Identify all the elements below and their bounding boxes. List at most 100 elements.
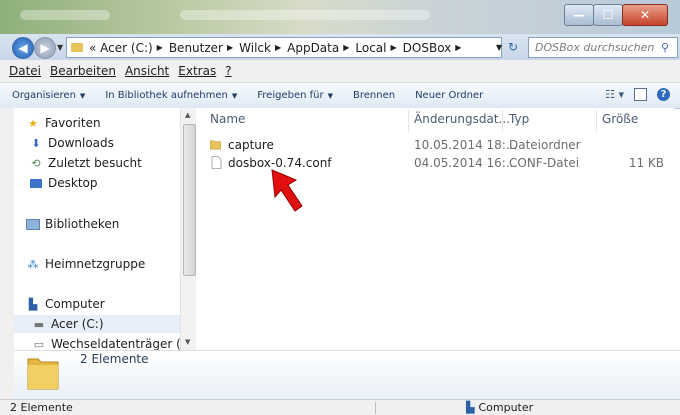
view-options-icon[interactable]: ☷ ▾	[605, 88, 624, 101]
removable-drive-icon: ▭	[33, 337, 45, 351]
burn-button[interactable]: Brennen	[353, 90, 395, 101]
nav-desktop-label: Desktop	[48, 176, 98, 190]
breadcrumb-local[interactable]: Local	[355, 41, 386, 55]
breadcrumb-separator[interactable]: ▶	[275, 43, 281, 52]
downloads-icon: ⬇	[31, 136, 41, 150]
menu-bearbeiten[interactable]: Bearbeiten	[50, 64, 116, 78]
breadcrumb-benutzer[interactable]: Benutzer	[169, 41, 223, 55]
search-placeholder: DOSBox durchsuchen	[535, 41, 655, 54]
help-icon[interactable]: ?	[657, 88, 670, 101]
preview-pane-icon[interactable]	[634, 88, 647, 101]
toolbar-right-controls: ☷ ▾ ?	[605, 88, 670, 101]
nav-computer[interactable]: ▙ Computer	[26, 295, 105, 313]
recent-pages-dropdown[interactable]: ▼	[57, 43, 63, 52]
breadcrumb-wilck[interactable]: Wilck	[239, 41, 271, 55]
breadcrumb-separator[interactable]: ▶	[157, 43, 163, 52]
breadcrumb-dosbox[interactable]: DOSBox	[403, 41, 452, 55]
share-with-label: Freigeben für	[257, 90, 324, 101]
address-history-dropdown[interactable]: ▼	[496, 43, 502, 52]
forward-button[interactable]: ▶	[34, 37, 56, 59]
nav-drive-j[interactable]: ▭ Wechseldatenträger (J:)	[32, 335, 180, 350]
maximize-button[interactable]: ☐	[593, 4, 623, 26]
breadcrumb-appdata[interactable]: AppData	[287, 41, 339, 55]
file-icon	[211, 156, 222, 169]
nav-recent-label: Zuletzt besucht	[48, 156, 142, 170]
file-date: 10.05.2014 18:...	[414, 138, 518, 152]
hard-drive-icon: ▬	[33, 317, 45, 331]
address-toolbar: ◀ ▶ ▼ « Acer (C:) ▶ Benutzer ▶ Wilck ▶ AppD…	[0, 34, 680, 60]
library-icon	[26, 218, 40, 230]
nav-drive-c[interactable]: ▬ Acer (C:)	[14, 315, 180, 333]
navigation-scrollbar[interactable]: ▲ ▼	[180, 108, 197, 350]
nav-homegroup[interactable]: ⁂ Heimnetzgruppe	[26, 255, 146, 273]
nav-drive-j-label: Wechseldatenträger (J:)	[51, 337, 180, 350]
blurred-title-region	[20, 10, 110, 20]
breadcrumb-separator[interactable]: ▶	[391, 43, 397, 52]
close-button[interactable]: ✕	[622, 4, 668, 26]
column-divider[interactable]	[502, 110, 503, 132]
search-icon[interactable]: ⚲	[661, 41, 677, 54]
nav-computer-label: Computer	[45, 297, 105, 311]
folder-icon	[210, 140, 221, 150]
nav-desktop[interactable]: Desktop	[29, 174, 98, 192]
status-location-label: Computer	[478, 401, 534, 414]
file-date: 04.05.2014 16:...	[414, 156, 518, 170]
command-bar: Organisieren ▼ In Bibliothek aufnehmen ▼ F…	[0, 83, 680, 109]
file-list[interactable]: Name Änderungsdat... Typ Größe capture 1…	[196, 108, 674, 350]
details-item-count: 2 Elemente	[80, 352, 149, 366]
column-header-name[interactable]: Name	[210, 112, 245, 126]
new-folder-button[interactable]: Neuer Ordner	[415, 90, 483, 101]
arrow-right-icon: ▶	[40, 41, 50, 55]
menu-ansicht[interactable]: Ansicht	[125, 64, 169, 78]
include-in-library-label: In Bibliothek aufnehmen	[105, 90, 228, 101]
homegroup-icon: ⁂	[27, 257, 39, 271]
file-type: Dateiordner	[509, 138, 581, 152]
share-with-button[interactable]: Freigeben für ▼	[257, 90, 333, 101]
minimize-button[interactable]: —	[564, 4, 594, 26]
organize-button[interactable]: Organisieren ▼	[12, 90, 85, 101]
nav-libraries[interactable]: Bibliotheken	[26, 215, 119, 233]
column-header-date[interactable]: Änderungsdat...	[414, 112, 510, 126]
organize-label: Organisieren	[12, 90, 76, 101]
menu-bar: Datei Bearbeiten Ansicht Extras ?	[0, 60, 680, 83]
search-input[interactable]: DOSBox durchsuchen ⚲	[528, 37, 678, 58]
navigation-pane[interactable]: ★ Favoriten ⬇ Downloads ⟲ Zuletzt besucht D…	[14, 108, 180, 350]
breadcrumb-separator[interactable]: ▶	[343, 43, 349, 52]
breadcrumb-separator[interactable]: ▶	[455, 43, 461, 52]
chevron-down-icon: ▼	[79, 92, 86, 100]
menu-datei[interactable]: Datei	[9, 64, 41, 78]
column-header-size[interactable]: Größe	[602, 112, 638, 126]
nav-drive-c-label: Acer (C:)	[51, 317, 104, 331]
folder-icon	[71, 43, 83, 52]
window-title-bar[interactable]: — ☐ ✕	[0, 0, 680, 34]
status-bar: 2 Elemente ▙ Computer	[0, 399, 680, 415]
star-icon: ★	[28, 116, 38, 130]
nav-favorites[interactable]: ★ Favoriten	[26, 114, 101, 132]
window-controls: — ☐ ✕	[564, 4, 668, 26]
include-in-library-button[interactable]: In Bibliothek aufnehmen ▼	[105, 90, 237, 101]
back-button[interactable]: ◀	[12, 37, 34, 59]
status-item-count: 2 Elemente	[10, 401, 73, 414]
breadcrumb-acer[interactable]: « Acer (C:)	[89, 41, 153, 55]
menu-extras[interactable]: Extras	[178, 64, 216, 78]
scroll-down-icon[interactable]: ▼	[185, 338, 190, 346]
nav-downloads-label: Downloads	[48, 136, 114, 150]
chevron-down-icon: ▼	[327, 92, 333, 100]
file-size: 11 KB	[628, 156, 664, 170]
column-divider[interactable]	[596, 110, 597, 132]
nav-downloads[interactable]: ⬇ Downloads	[29, 134, 114, 152]
status-location: ▙ Computer	[466, 401, 533, 414]
breadcrumb-separator[interactable]: ▶	[227, 43, 233, 52]
address-bar[interactable]: « Acer (C:) ▶ Benutzer ▶ Wilck ▶ AppData ▶ L…	[66, 37, 502, 58]
nav-recent[interactable]: ⟲ Zuletzt besucht	[29, 154, 142, 172]
file-type: CONF-Datei	[509, 156, 580, 170]
scrollbar-thumb[interactable]	[183, 124, 196, 276]
file-row[interactable]: capture 10.05.2014 18:... Dateiordner	[206, 136, 672, 154]
column-divider[interactable]	[408, 110, 409, 132]
scroll-up-icon[interactable]: ▲	[185, 111, 190, 119]
menu-help[interactable]: ?	[225, 64, 231, 78]
refresh-icon[interactable]: ↻	[508, 40, 518, 54]
computer-icon: ▙	[28, 297, 38, 311]
nav-homegroup-label: Heimnetzgruppe	[45, 257, 146, 271]
column-header-type[interactable]: Typ	[509, 112, 529, 126]
